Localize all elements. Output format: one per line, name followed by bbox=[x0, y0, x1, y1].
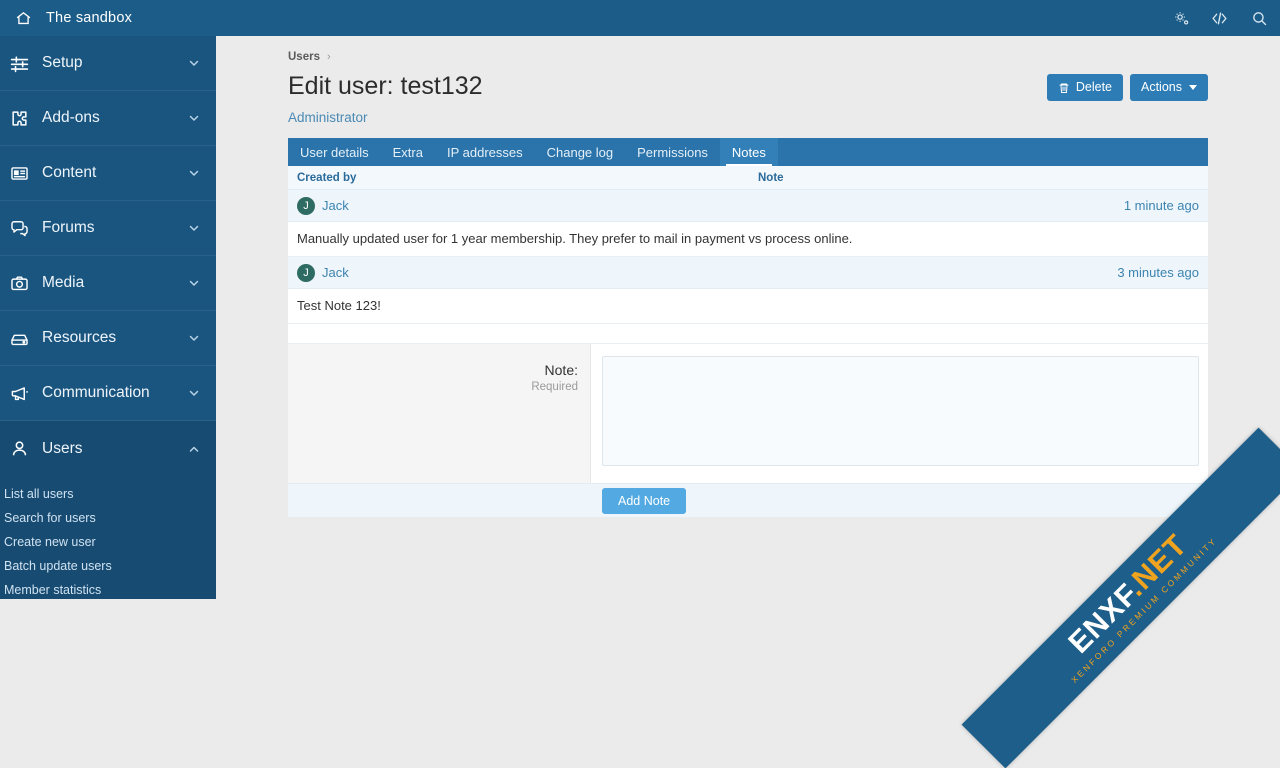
sidebar-item-label: Content bbox=[40, 164, 186, 182]
page-actions: Delete Actions bbox=[1047, 74, 1208, 101]
tab-ip-addresses[interactable]: IP addresses bbox=[435, 138, 535, 166]
sidebar-item-communication[interactable]: Communication bbox=[0, 366, 216, 421]
delete-button[interactable]: Delete bbox=[1047, 74, 1123, 101]
sliders-icon bbox=[10, 54, 40, 73]
avatar: J bbox=[297, 264, 315, 282]
code-icon[interactable] bbox=[1200, 0, 1238, 36]
add-note-footer: Add Note bbox=[288, 483, 1208, 517]
chevron-down-icon bbox=[186, 277, 202, 289]
note-input[interactable] bbox=[602, 356, 1199, 466]
main-content: Users › Edit user: test132 Administrator… bbox=[216, 36, 1280, 599]
page-title-block: Edit user: test132 Administrator bbox=[288, 70, 483, 125]
note-field-label-cell: Note: Required bbox=[288, 344, 591, 483]
column-header-note: Note bbox=[758, 172, 1208, 184]
sidebar-nav: Setup Add-ons Content bbox=[0, 36, 216, 599]
user-group-link[interactable]: Administrator bbox=[288, 110, 368, 125]
note-field-label: Note: bbox=[288, 362, 578, 378]
tab-notes[interactable]: Notes bbox=[720, 138, 778, 166]
puzzle-icon bbox=[10, 109, 40, 128]
sidebar-subitem-batch-update-users[interactable]: Batch update users bbox=[0, 554, 216, 578]
chevron-up-icon bbox=[186, 443, 202, 455]
breadcrumb-item-users[interactable]: Users bbox=[288, 51, 320, 63]
sidebar-item-setup[interactable]: Setup bbox=[0, 36, 216, 91]
note-timestamp: 3 minutes ago bbox=[1117, 265, 1199, 280]
page-subtitle: Administrator bbox=[288, 110, 483, 125]
sidebar-item-label: Forums bbox=[40, 219, 186, 237]
search-icon[interactable] bbox=[1238, 0, 1280, 36]
chevron-down-icon bbox=[186, 112, 202, 124]
camera-icon bbox=[10, 274, 40, 293]
tab-user-details[interactable]: User details bbox=[288, 138, 381, 166]
column-header-created-by: Created by bbox=[288, 172, 758, 184]
chevron-down-icon bbox=[186, 57, 202, 69]
note-row-header: J Jack 1 minute ago bbox=[288, 190, 1208, 222]
breadcrumb-separator: › bbox=[327, 51, 331, 63]
note-timestamp: 1 minute ago bbox=[1124, 198, 1199, 213]
delete-button-label: Delete bbox=[1076, 80, 1112, 95]
sidebar-subitem-member-statistics[interactable]: Member statistics bbox=[0, 578, 216, 599]
sidebar-item-resources[interactable]: Resources bbox=[0, 311, 216, 366]
note-row-header: J Jack 3 minutes ago bbox=[288, 257, 1208, 289]
site-title[interactable]: The sandbox bbox=[46, 10, 132, 26]
notes-table-header: Created by Note bbox=[288, 166, 1208, 190]
sidebar-item-label: Resources bbox=[40, 329, 186, 347]
chevron-down-icon bbox=[186, 167, 202, 179]
breadcrumb: Users › bbox=[288, 46, 1208, 68]
tab-bar: User details Extra IP addresses Change l… bbox=[288, 138, 1208, 166]
add-note-button[interactable]: Add Note bbox=[602, 488, 686, 514]
note-author[interactable]: Jack bbox=[322, 198, 1124, 213]
megaphone-icon bbox=[10, 384, 40, 403]
chevron-down-icon bbox=[186, 222, 202, 234]
add-note-form: Note: Required bbox=[288, 344, 1208, 483]
note-field-cell bbox=[591, 344, 1208, 483]
user-icon bbox=[10, 439, 40, 458]
sidebar-item-add-ons[interactable]: Add-ons bbox=[0, 91, 216, 146]
sidebar-item-label: Communication bbox=[40, 384, 186, 402]
note-author[interactable]: Jack bbox=[322, 265, 1117, 280]
sidebar-item-users[interactable]: Users bbox=[0, 421, 216, 476]
home-icon[interactable] bbox=[0, 10, 46, 27]
sidebar-item-media[interactable]: Media bbox=[0, 256, 216, 311]
actions-button-label: Actions bbox=[1141, 80, 1182, 95]
section-divider bbox=[288, 324, 1208, 344]
notes-panel: Created by Note J Jack 1 minute ago Manu… bbox=[288, 166, 1208, 517]
article-icon bbox=[10, 164, 40, 183]
drive-icon bbox=[10, 329, 40, 348]
note-text: Test Note 123! bbox=[288, 289, 1208, 324]
actions-dropdown-button[interactable]: Actions bbox=[1130, 74, 1208, 101]
chevron-down-icon bbox=[186, 387, 202, 399]
comments-icon bbox=[10, 219, 40, 238]
sidebar-item-content[interactable]: Content bbox=[0, 146, 216, 201]
sidebar-subitem-list-all-users[interactable]: List all users bbox=[0, 482, 216, 506]
sidebar-item-forums[interactable]: Forums bbox=[0, 201, 216, 256]
sidebar-item-label: Add-ons bbox=[40, 109, 186, 127]
caret-down-icon bbox=[1189, 85, 1197, 90]
sidebar-item-label: Users bbox=[40, 440, 186, 458]
tab-permissions[interactable]: Permissions bbox=[625, 138, 720, 166]
trash-icon bbox=[1058, 82, 1070, 94]
sidebar-item-label: Media bbox=[40, 274, 186, 292]
sidebar-subitem-search-for-users[interactable]: Search for users bbox=[0, 506, 216, 530]
avatar: J bbox=[297, 197, 315, 215]
top-header-bar: The sandbox bbox=[0, 0, 1280, 36]
sidebar-item-label: Setup bbox=[40, 54, 186, 72]
sidebar-users-submenu: List all users Search for users Create n… bbox=[0, 476, 216, 599]
tab-change-log[interactable]: Change log bbox=[535, 138, 626, 166]
sidebar-subitem-create-new-user[interactable]: Create new user bbox=[0, 530, 216, 554]
note-field-required-hint: Required bbox=[288, 381, 578, 393]
gear-icon[interactable] bbox=[1162, 0, 1200, 36]
chevron-down-icon bbox=[186, 332, 202, 344]
page-title-row: Edit user: test132 Administrator Delete … bbox=[288, 70, 1208, 125]
page-title: Edit user: test132 bbox=[288, 70, 483, 102]
note-text: Manually updated user for 1 year members… bbox=[288, 222, 1208, 257]
tab-extra[interactable]: Extra bbox=[381, 138, 435, 166]
